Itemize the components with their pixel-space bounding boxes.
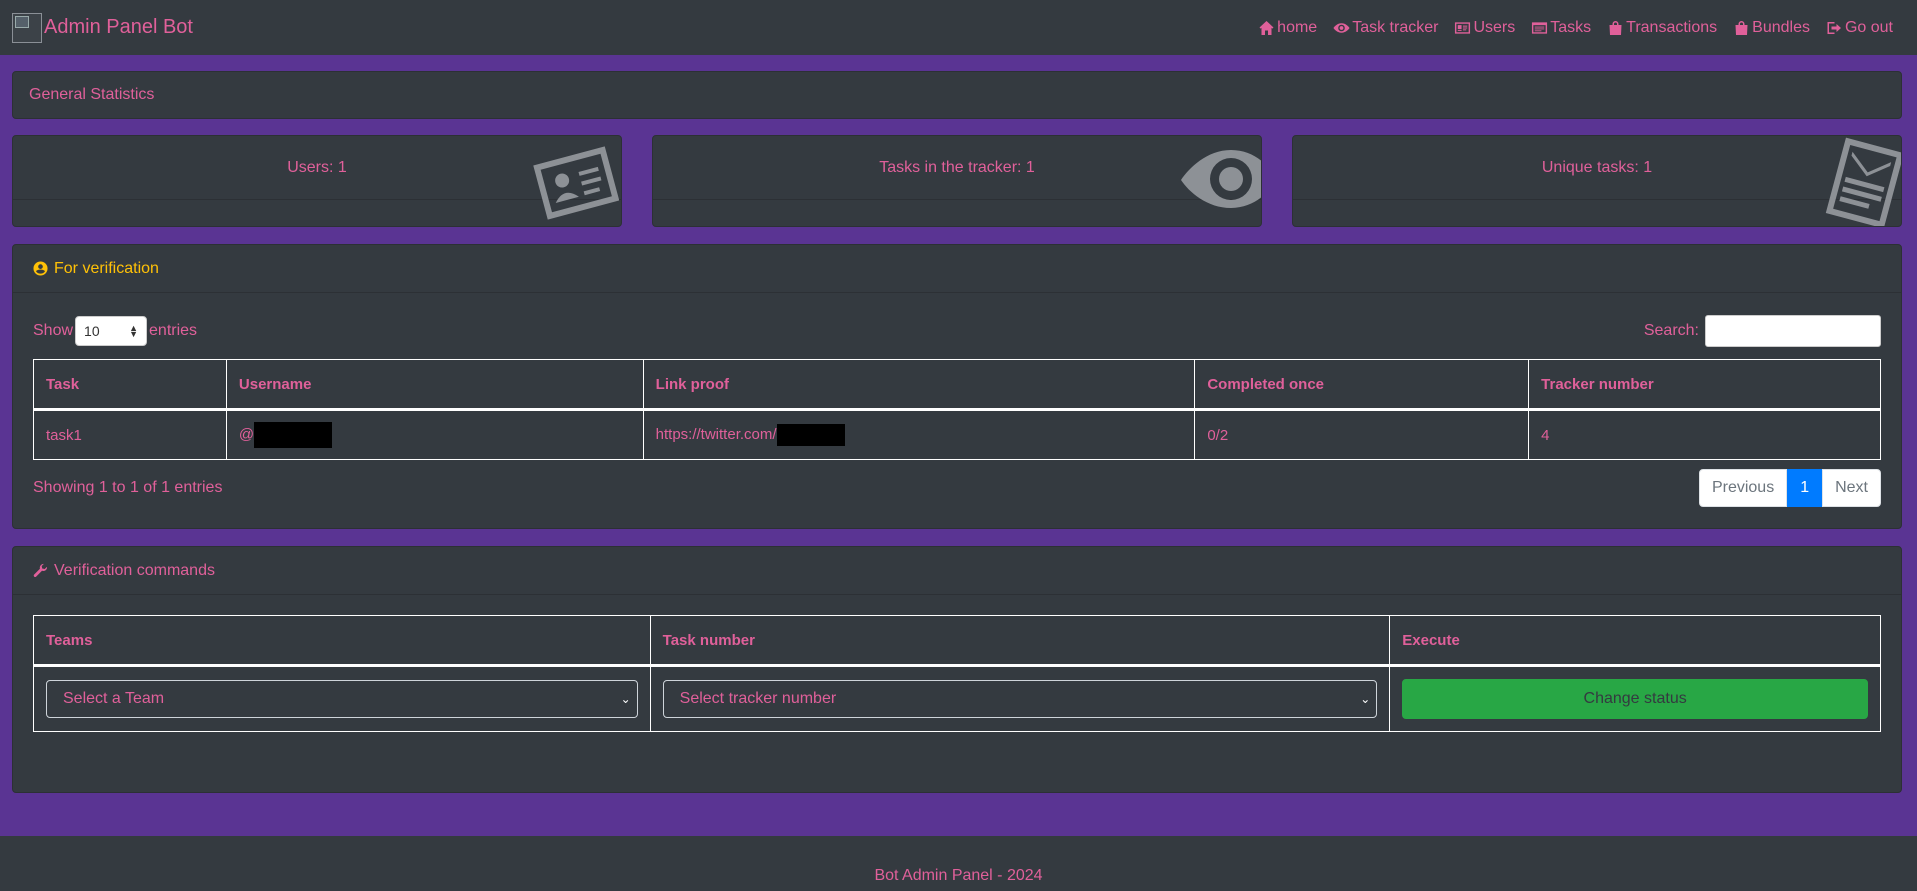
tracker-select-value: Select tracker number bbox=[679, 690, 837, 707]
newspaper-icon bbox=[1821, 137, 1901, 226]
page-size-value: 10 bbox=[84, 323, 100, 339]
nav-menu: home Task tracker Users Tasks Transactio… bbox=[1258, 19, 1893, 37]
pagination-previous-button[interactable]: Previous bbox=[1698, 469, 1788, 507]
footer: Bot Admin Panel - 2024 bbox=[0, 836, 1917, 891]
verification-commands-title: Verification commands bbox=[54, 561, 215, 579]
cell-username: @ bbox=[225, 409, 644, 460]
eye-icon bbox=[1179, 144, 1261, 219]
stat-label-users: Users: 1 bbox=[13, 136, 621, 200]
column-header-completed-once[interactable]: Completed once bbox=[1194, 359, 1530, 411]
nav-item-task-tracker[interactable]: Task tracker bbox=[1333, 19, 1438, 37]
column-header-execute: Execute bbox=[1389, 615, 1881, 667]
sign-out-icon bbox=[1827, 21, 1841, 34]
brand-title: Admin Panel Bot bbox=[44, 16, 193, 38]
verification-table: Task Username Link proof Completed once … bbox=[33, 359, 1881, 460]
commands-row: Select a Team ⌄ Select tracker number ⌄ … bbox=[33, 665, 1881, 732]
nav-item-tasks[interactable]: Tasks bbox=[1531, 19, 1591, 37]
general-statistics-title: General Statistics bbox=[29, 86, 155, 103]
verification-header: For verification bbox=[13, 245, 1901, 293]
eye-icon bbox=[1333, 22, 1350, 33]
team-select[interactable]: Select a Team ⌄ bbox=[46, 680, 638, 718]
commands-header-row: Teams Task number Execute bbox=[33, 615, 1881, 667]
pagination-next-button[interactable]: Next bbox=[1822, 469, 1881, 507]
brand-logo-broken-image bbox=[12, 12, 42, 43]
nav-label-users: Users bbox=[1473, 18, 1516, 36]
select-arrows-icon: ▲ ▼ bbox=[129, 323, 139, 339]
cell-tracker-select: Select tracker number ⌄ bbox=[649, 665, 1391, 732]
general-statistics-card: General Statistics bbox=[12, 71, 1902, 119]
column-header-link-proof[interactable]: Link proof bbox=[642, 359, 1196, 411]
show-entries: Show 10 ▲ ▼ entries bbox=[33, 316, 197, 346]
list-icon bbox=[1532, 21, 1548, 34]
nav-label-bundles: Bundles bbox=[1752, 18, 1810, 36]
verification-title: For verification bbox=[54, 259, 159, 277]
verification-card: For verification Show 10 ▲ ▼ entries Sear… bbox=[12, 244, 1902, 529]
nav-label-go-out: Go out bbox=[1844, 18, 1893, 36]
home-icon bbox=[1259, 20, 1274, 35]
commands-table: Teams Task number Execute Select a Team … bbox=[33, 615, 1881, 732]
top-navbar: Admin Panel Bot home Task tracker Users … bbox=[0, 0, 1917, 55]
team-select-value: Select a Team bbox=[63, 690, 165, 707]
wrench-icon bbox=[33, 563, 48, 578]
stat-label-unique-tasks: Unique tasks: 1 bbox=[1293, 136, 1901, 200]
general-statistics-header: General Statistics bbox=[13, 72, 1901, 118]
stat-card-users: Users: 1 bbox=[12, 135, 622, 227]
chevron-down-icon: ⌄ bbox=[620, 692, 631, 706]
redacted-username bbox=[254, 422, 333, 448]
table-row: task1 @ https://twitter.com/ 0/2 4 bbox=[33, 409, 1881, 460]
nav-item-transactions[interactable]: Transactions bbox=[1607, 19, 1717, 37]
stat-card-tasks-tracker: Tasks in the tracker: 1 bbox=[652, 135, 1262, 227]
column-header-teams: Teams bbox=[33, 615, 651, 667]
cell-task: task1 bbox=[33, 409, 227, 460]
table-footer: Showing 1 to 1 of 1 entries Previous 1 N… bbox=[33, 469, 1881, 507]
table-controls: Show 10 ▲ ▼ entries Search: bbox=[33, 315, 1881, 347]
change-status-button[interactable]: Change status bbox=[1402, 679, 1868, 719]
brand[interactable]: Admin Panel Bot bbox=[12, 12, 193, 43]
cell-team-select: Select a Team ⌄ bbox=[33, 665, 651, 732]
bag-icon bbox=[1609, 20, 1622, 35]
nav-item-users[interactable]: Users bbox=[1454, 19, 1515, 37]
link-proof-prefix[interactable]: https://twitter.com/ bbox=[656, 426, 777, 443]
column-header-task[interactable]: Task bbox=[33, 359, 227, 411]
nav-label-task-tracker: Task tracker bbox=[1352, 18, 1439, 36]
bag-icon bbox=[1735, 20, 1748, 35]
chevron-down-icon: ⌄ bbox=[1360, 692, 1371, 706]
search-box: Search: bbox=[1644, 315, 1881, 347]
nav-label-tasks: Tasks bbox=[1550, 18, 1592, 36]
verification-commands-card: Verification commands Teams Task number … bbox=[12, 546, 1902, 793]
cell-tracker-number: 4 bbox=[1528, 409, 1881, 460]
cell-execute: Change status bbox=[1389, 665, 1881, 732]
search-input[interactable] bbox=[1705, 315, 1881, 347]
stat-card-unique-tasks: Unique tasks: 1 bbox=[1292, 135, 1902, 227]
entries-label: entries bbox=[149, 322, 198, 339]
column-header-username[interactable]: Username bbox=[225, 359, 644, 411]
user-circle-icon bbox=[33, 261, 48, 276]
cell-completed-once: 0/2 bbox=[1194, 409, 1530, 460]
id-card-icon bbox=[533, 137, 620, 226]
nav-item-home[interactable]: home bbox=[1258, 19, 1317, 37]
verification-commands-header: Verification commands bbox=[13, 547, 1901, 595]
nav-item-go-out[interactable]: Go out bbox=[1826, 19, 1893, 37]
footer-text: Bot Admin Panel - 2024 bbox=[874, 867, 1043, 884]
table-header-row: Task Username Link proof Completed once … bbox=[33, 359, 1881, 411]
pagination-page-button[interactable]: 1 bbox=[1787, 469, 1823, 507]
username-prefix: @ bbox=[238, 425, 255, 443]
column-header-tracker-number[interactable]: Tracker number bbox=[1528, 359, 1881, 411]
id-card-icon bbox=[1455, 21, 1471, 34]
page-size-select[interactable]: 10 ▲ ▼ bbox=[75, 316, 148, 346]
show-label: Show bbox=[33, 322, 74, 339]
cell-link-proof: https://twitter.com/ bbox=[642, 409, 1196, 460]
table-info: Showing 1 to 1 of 1 entries bbox=[33, 479, 223, 496]
search-label: Search: bbox=[1643, 322, 1699, 339]
nav-item-bundles[interactable]: Bundles bbox=[1733, 19, 1810, 37]
nav-label-home: home bbox=[1277, 18, 1318, 36]
column-header-task-number: Task number bbox=[649, 615, 1391, 667]
pagination: Previous 1 Next bbox=[1698, 469, 1881, 507]
tracker-number-select[interactable]: Select tracker number ⌄ bbox=[662, 680, 1378, 718]
nav-label-transactions: Transactions bbox=[1626, 18, 1718, 36]
stat-label-tasks-tracker: Tasks in the tracker: 1 bbox=[653, 136, 1261, 200]
redacted-link bbox=[776, 424, 845, 446]
